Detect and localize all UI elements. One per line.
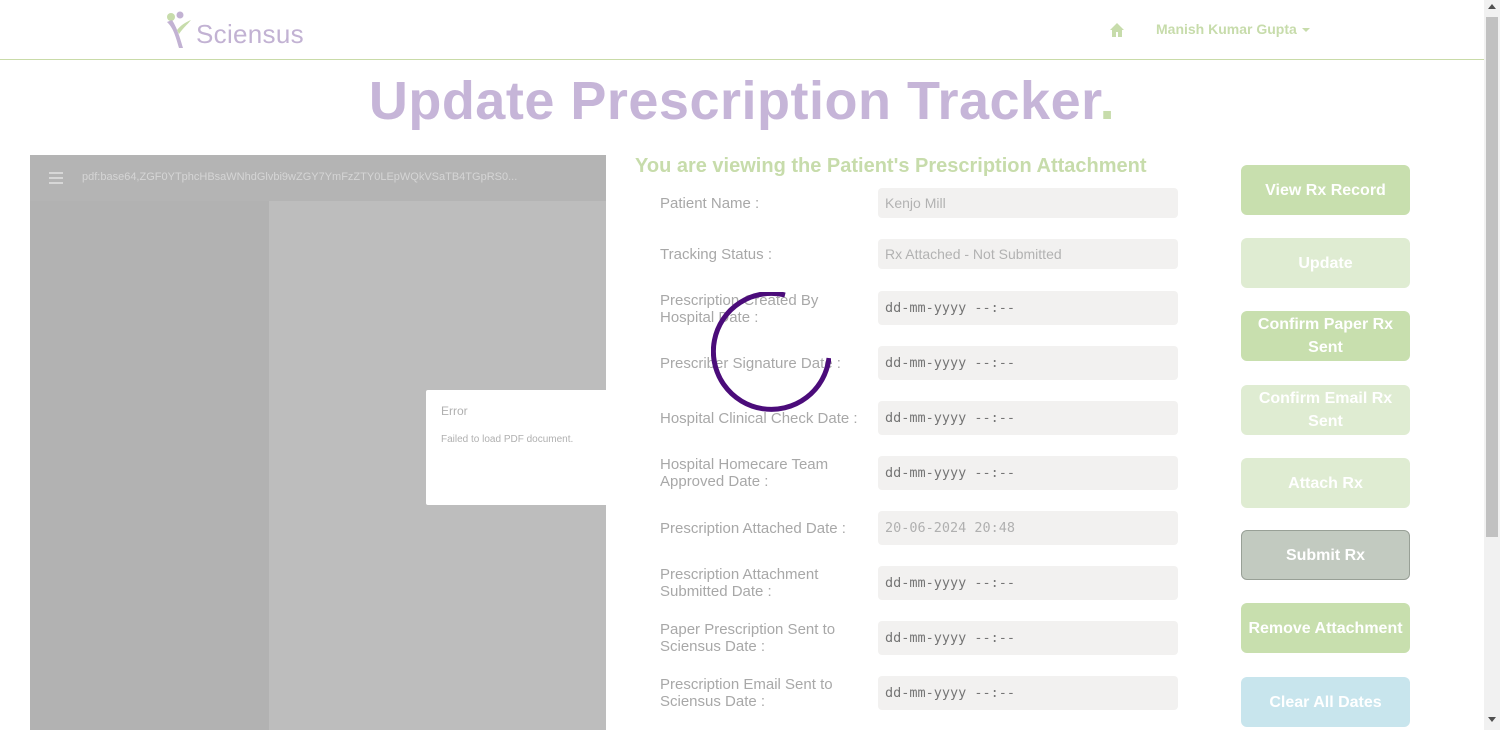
clinical-check-date-field[interactable] xyxy=(878,401,1178,435)
paper-rx-sent-date-field[interactable] xyxy=(878,621,1178,655)
tracking-status-label: Tracking Status : xyxy=(660,246,772,263)
email-rx-sent-date-field[interactable] xyxy=(878,676,1178,710)
clinical-check-date-label: Hospital Clinical Check Date : xyxy=(660,410,858,427)
remove-attachment-button[interactable]: Remove Attachment xyxy=(1241,603,1410,653)
caret-down-icon xyxy=(1301,28,1310,32)
hamburger-menu-icon[interactable] xyxy=(49,172,63,184)
prescription-created-date-field[interactable] xyxy=(878,291,1178,325)
logo-text: Sciensus xyxy=(196,19,304,49)
scroll-down-arrow-icon[interactable] xyxy=(1488,717,1496,722)
tracking-status-field[interactable] xyxy=(878,239,1178,269)
paper-rx-sent-date-label: Paper Prescription Sent to Sciensus Date… xyxy=(660,621,836,655)
confirm-email-rx-sent-button[interactable]: Confirm Email Rx Sent xyxy=(1241,385,1410,435)
user-menu-dropdown[interactable]: Manish Kumar Gupta xyxy=(1156,21,1310,37)
patient-name-label: Patient Name : xyxy=(660,195,760,212)
patient-name-field[interactable] xyxy=(878,188,1178,218)
attachment-submitted-date-field[interactable] xyxy=(878,566,1178,600)
top-navbar: Sciensus Manish Kumar Gupta xyxy=(0,0,1484,60)
pdf-thumbnail-sidebar xyxy=(30,201,269,730)
scroll-up-arrow-icon[interactable] xyxy=(1488,4,1496,9)
home-icon[interactable] xyxy=(1108,21,1126,39)
pdf-document-title: pdf:base64,ZGF0YTphcHBsaWNhdGlvbi9wZGY7Y… xyxy=(82,171,518,183)
homecare-approved-date-label: Hospital Homecare Team Approved Date : xyxy=(660,456,829,490)
prescriber-signature-date-field[interactable] xyxy=(878,346,1178,380)
prescription-attached-date-label: Prescription Attached Date : xyxy=(660,520,846,537)
pdf-error-dialog: Error Failed to load PDF document. xyxy=(426,390,606,505)
confirm-paper-rx-sent-button[interactable]: Confirm Paper Rx Sent xyxy=(1241,311,1410,361)
submit-rx-button[interactable]: Submit Rx xyxy=(1241,530,1410,580)
homecare-approved-date-field[interactable] xyxy=(878,456,1178,490)
update-button[interactable]: Update xyxy=(1241,238,1410,288)
title-dot: . xyxy=(1099,71,1116,131)
vertical-scrollbar[interactable] xyxy=(1484,0,1500,730)
error-message: Failed to load PDF document. xyxy=(441,434,574,445)
clear-all-dates-button[interactable]: Clear All Dates xyxy=(1241,677,1410,727)
attach-rx-button[interactable]: Attach Rx xyxy=(1241,458,1410,508)
email-rx-sent-date-label: Prescription Email Sent to Sciensus Date… xyxy=(660,676,833,710)
scrollbar-thumb[interactable] xyxy=(1486,17,1498,537)
pdf-viewer[interactable]: pdf:base64,ZGF0YTphcHBsaWNhdGlvbi9wZGY7Y… xyxy=(30,155,606,730)
sciensus-logo[interactable]: Sciensus xyxy=(163,8,313,52)
view-rx-record-button[interactable]: View Rx Record xyxy=(1241,165,1410,215)
user-name: Manish Kumar Gupta xyxy=(1156,21,1297,37)
attachment-submitted-date-label: Prescription Attachment Submitted Date : xyxy=(660,566,819,600)
logo-figure-icon xyxy=(167,11,191,48)
error-title: Error xyxy=(441,404,468,418)
section-heading: You are viewing the Patient's Prescripti… xyxy=(635,155,1147,177)
page-title: Update Prescription Tracker. xyxy=(368,71,1116,131)
loading-spinner-icon xyxy=(711,292,831,412)
prescription-attached-date-field[interactable] xyxy=(878,511,1178,545)
pdf-toolbar: pdf:base64,ZGF0YTphcHBsaWNhdGlvbi9wZGY7Y… xyxy=(30,155,606,201)
